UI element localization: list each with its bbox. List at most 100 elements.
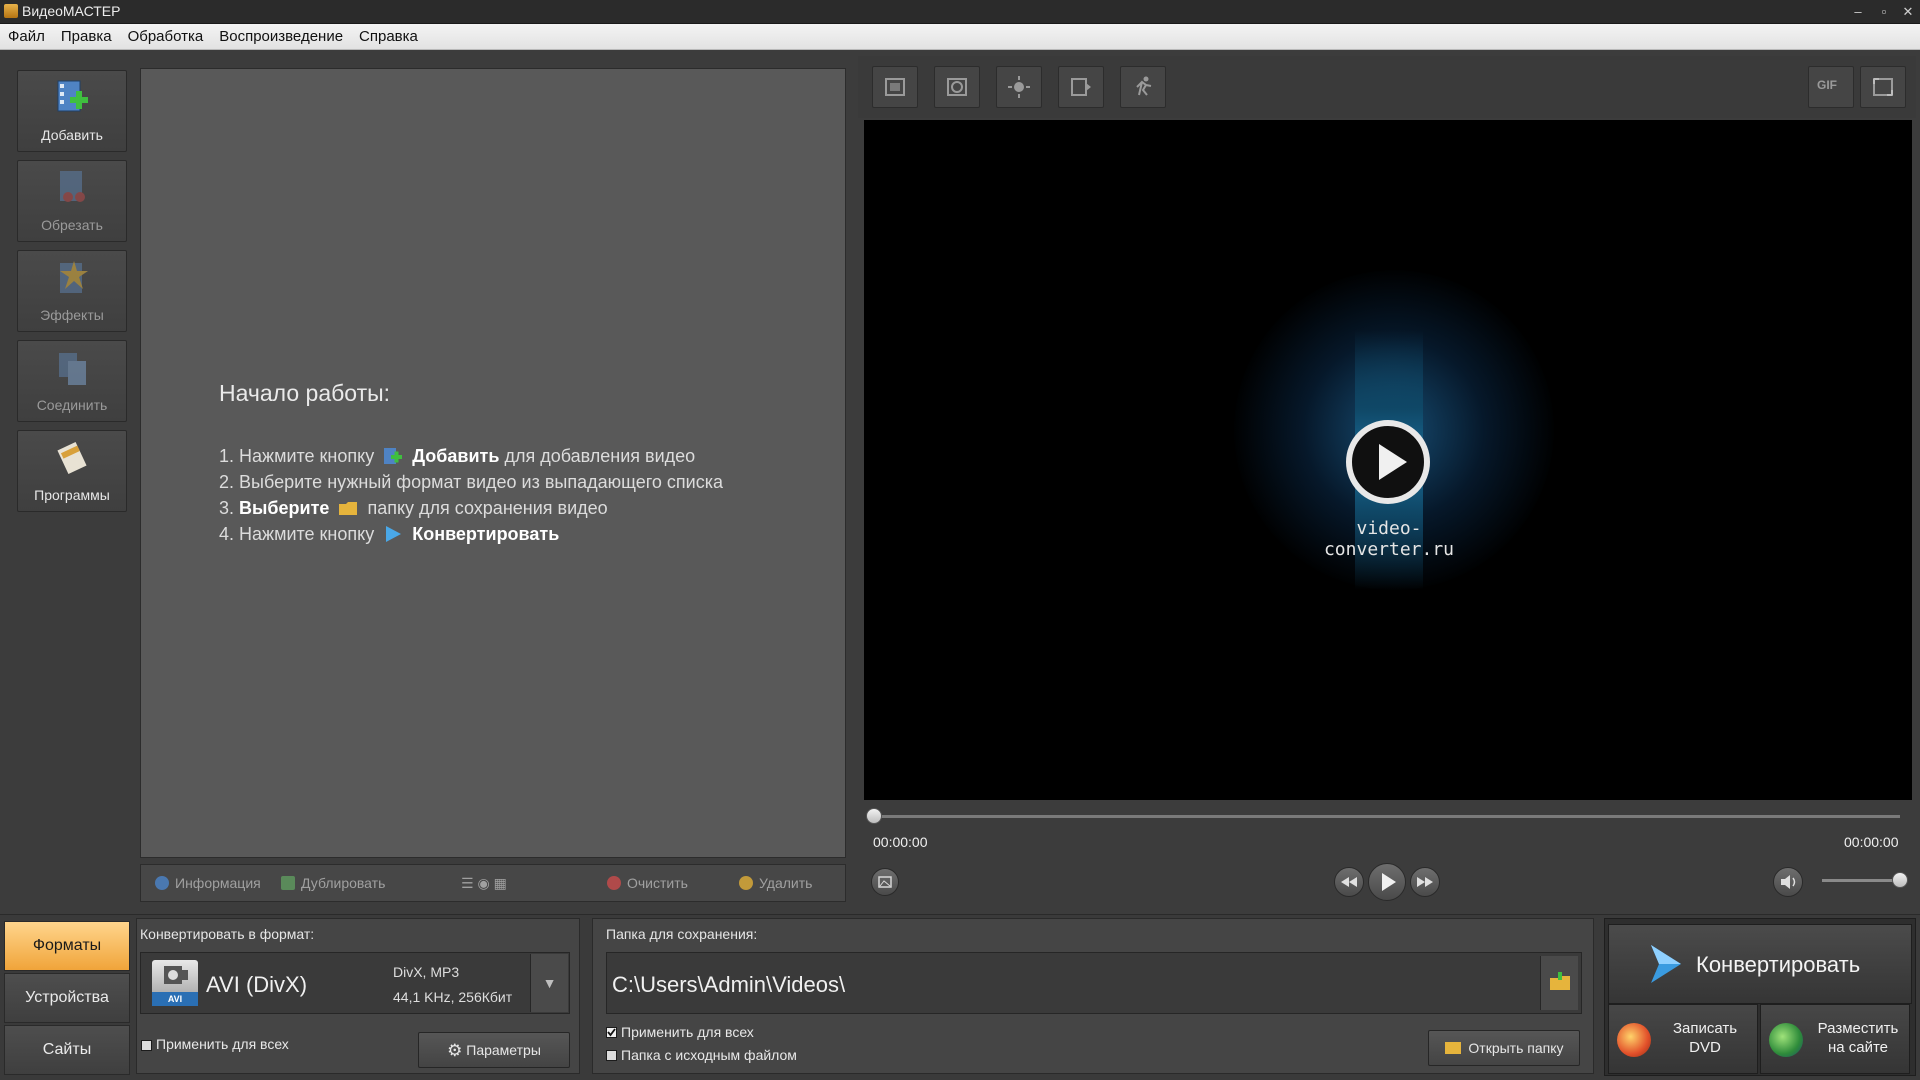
mute-button[interactable] xyxy=(1773,867,1803,897)
tab-devices[interactable]: Устройства xyxy=(4,973,130,1023)
format-codecs: DivX, MP3 xyxy=(393,964,460,980)
convert-button-label: Конвертировать xyxy=(1696,952,1861,977)
play-button[interactable] xyxy=(1368,863,1406,901)
getting-started-title: Начало работы: xyxy=(219,380,391,406)
step-1-text-a: 1. Нажмите кнопку xyxy=(219,446,375,466)
open-folder-button[interactable]: Открыть папку xyxy=(1428,1030,1580,1066)
speed-tool-button[interactable] xyxy=(1120,66,1166,108)
dvd-disc-icon xyxy=(1617,1023,1651,1057)
save-path[interactable]: C:\Users\Admin\Videos\ xyxy=(612,972,845,998)
avi-format-icon: AVI xyxy=(152,960,198,1006)
publish-web-button[interactable]: Разместить на сайте xyxy=(1760,1004,1910,1074)
menu-playback[interactable]: Воспроизведение xyxy=(211,24,351,50)
video-preview[interactable]: video-converter.ru xyxy=(864,120,1912,800)
menu-edit[interactable]: Правка xyxy=(53,24,120,50)
menu-file[interactable]: Файл xyxy=(0,24,53,50)
open-folder-label: Открыть папку xyxy=(1468,1040,1564,1056)
list-view-icon: ☰ xyxy=(461,875,474,891)
convert-arrow-icon xyxy=(1651,945,1681,983)
play-icon xyxy=(1382,873,1396,891)
step-4-text-b: Конвертировать xyxy=(412,524,560,544)
burn-dvd-button[interactable]: Записать DVD xyxy=(1608,1004,1758,1074)
convert-inline-icon xyxy=(386,526,402,542)
snapshot-tool-button[interactable] xyxy=(934,66,980,108)
step-1-text-c: для добавления видео xyxy=(504,446,696,466)
film-rotate-icon xyxy=(1071,78,1091,96)
cut-button[interactable]: Обрезать xyxy=(17,160,127,242)
gear-icon: ⚙ xyxy=(447,1041,463,1060)
grid-view-icon: ▦ xyxy=(493,875,507,891)
skip-forward-icon xyxy=(1417,877,1433,887)
format-name: AVI (DivX) xyxy=(206,972,308,997)
rotate-tool-button[interactable] xyxy=(1058,66,1104,108)
folder-inline-icon xyxy=(339,502,358,515)
format-audio: 44,1 KHz, 256Кбит xyxy=(393,989,513,1005)
skip-back-icon xyxy=(1341,877,1357,887)
menu-help[interactable]: Справка xyxy=(351,24,426,50)
volume-slider[interactable] xyxy=(1822,879,1898,882)
step-2: 2. Выберите нужный формат видео из выпад… xyxy=(219,472,723,492)
close-icon[interactable]: ✕ xyxy=(1898,2,1918,22)
view-toggle[interactable]: ☰ ◉ ▦ xyxy=(461,875,507,892)
step-4-text-a: 4. Нажмите кнопку xyxy=(219,524,375,544)
list-toolbar: Информация Дублировать ☰ ◉ ▦ Очистить Уд… xyxy=(140,864,846,902)
add-video-icon xyxy=(57,80,88,112)
params-button-label: Параметры xyxy=(466,1042,541,1058)
tab-formats[interactable]: Форматы xyxy=(4,921,130,971)
delete-button[interactable]: Удалить xyxy=(739,875,812,891)
avi-icon-label: AVI xyxy=(152,992,198,1006)
crop-tool-button[interactable] xyxy=(872,66,918,108)
cut-button-label: Обрезать xyxy=(41,217,103,233)
join-icon xyxy=(59,353,86,385)
gif-button[interactable]: GIF xyxy=(1808,66,1854,108)
step-1-text-b: Добавить xyxy=(412,446,500,466)
programs-button[interactable]: Программы xyxy=(17,430,127,512)
preview-toolbar: GIF xyxy=(858,56,1916,118)
step-1: 1. Нажмите кнопку Добавить для добавлени… xyxy=(219,446,695,467)
effects-button[interactable]: Эффекты xyxy=(17,250,127,332)
format-label: Конвертировать в формат: xyxy=(140,926,315,942)
minimize-icon[interactable]: – xyxy=(1848,2,1868,22)
effects-button-label: Эффекты xyxy=(40,307,104,323)
prev-button[interactable] xyxy=(1334,867,1364,897)
menu-process[interactable]: Обработка xyxy=(120,24,212,50)
source-folder-label: Папка с исходным файлом xyxy=(621,1047,797,1063)
info-icon xyxy=(155,876,169,890)
tab-sites[interactable]: Сайты xyxy=(4,1025,130,1075)
add-inline-icon xyxy=(384,448,403,464)
current-time: 00:00:00 xyxy=(873,834,928,850)
fullscreen-button[interactable] xyxy=(1860,66,1906,108)
duplicate-button[interactable]: Дублировать xyxy=(281,875,385,891)
folder-icon xyxy=(1550,972,1570,990)
format-apply-all-checkbox[interactable] xyxy=(141,1040,152,1051)
volume-icon xyxy=(1781,875,1796,889)
format-dropdown-button[interactable]: ▼ xyxy=(530,954,568,1012)
params-button[interactable]: ⚙ Параметры xyxy=(418,1032,570,1068)
clear-button[interactable]: Очистить xyxy=(607,875,688,891)
fullscreen-icon xyxy=(1873,78,1893,96)
source-folder-checkbox[interactable] xyxy=(606,1050,617,1061)
seek-bar[interactable] xyxy=(874,815,1900,818)
volume-handle[interactable] xyxy=(1892,872,1908,888)
big-play-icon[interactable] xyxy=(1346,420,1430,504)
brand-watermark: video-converter.ru xyxy=(1323,518,1455,560)
app-logo-icon xyxy=(4,4,18,18)
browse-folder-button[interactable] xyxy=(1540,956,1578,1010)
seek-handle[interactable] xyxy=(866,808,882,824)
save-apply-all-checkbox[interactable] xyxy=(606,1027,617,1038)
image-icon xyxy=(878,876,892,888)
clear-icon xyxy=(607,876,621,890)
publish-web-label: Разместить на сайте xyxy=(1817,1020,1899,1056)
join-button[interactable]: Соединить xyxy=(17,340,127,422)
maximize-icon[interactable]: ▫ xyxy=(1874,2,1894,22)
duplicate-label: Дублировать xyxy=(301,875,386,891)
info-button[interactable]: Информация xyxy=(155,875,261,891)
info-label: Информация xyxy=(175,875,261,891)
toggle-switch-icon: ◉ xyxy=(477,875,490,891)
step-3-text-c: папку для сохранения видео xyxy=(367,498,608,518)
add-button[interactable]: Добавить xyxy=(17,70,127,152)
next-button[interactable] xyxy=(1410,867,1440,897)
delete-icon xyxy=(739,876,753,890)
brightness-tool-button[interactable] xyxy=(996,66,1042,108)
snapshot-button[interactable] xyxy=(871,868,899,896)
